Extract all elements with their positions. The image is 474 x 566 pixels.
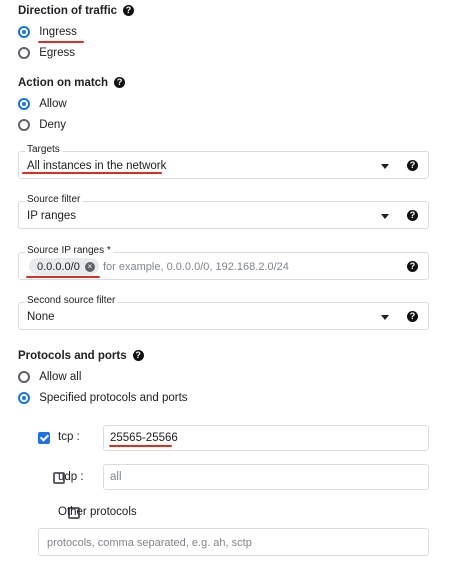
udp-label: udp : [58, 471, 84, 483]
tcp-checkbox[interactable] [38, 432, 50, 444]
second-source-filter-select[interactable]: Second source filter None ? [18, 295, 429, 330]
radio-unselected-icon[interactable] [18, 371, 30, 383]
radio-allow[interactable]: Allow [18, 98, 67, 110]
radio-specified[interactable]: Specified protocols and ports [18, 392, 188, 404]
radio-allow-all[interactable]: Allow all [18, 371, 81, 383]
udp-ports-input[interactable]: all [103, 464, 429, 490]
ip-range-chip[interactable]: 0.0.0.0/0 × [29, 258, 99, 275]
help-icon[interactable]: ? [407, 261, 418, 272]
radio-specified-label: Specified protocols and ports [39, 392, 188, 405]
radio-selected-icon[interactable] [18, 26, 30, 38]
tcp-label: tcp : [58, 431, 80, 443]
help-icon[interactable]: ? [407, 210, 418, 221]
source-filter-value: IP ranges [27, 210, 77, 222]
tcp-ports-input[interactable]: 25565-25566 [103, 425, 429, 451]
radio-selected-icon[interactable] [18, 98, 30, 110]
help-icon[interactable]: ? [114, 77, 126, 89]
radio-ingress-label: Ingress [39, 26, 77, 39]
radio-deny[interactable]: Deny [18, 119, 66, 131]
help-icon[interactable]: ? [407, 311, 418, 322]
radio-allow-label: Allow [39, 98, 67, 111]
other-protocols-label: Other protocols [58, 506, 137, 518]
source-ip-ranges-label: Source IP ranges * [25, 245, 113, 256]
annotation-underline [26, 276, 100, 278]
dropdown-caret-icon[interactable] [381, 214, 389, 219]
dropdown-caret-icon[interactable] [381, 164, 389, 169]
second-source-filter-label: Second source filter [25, 295, 118, 306]
direction-heading: Direction of traffic? [18, 5, 135, 17]
targets-value: All instances in the network [27, 160, 167, 172]
targets-label: Targets [25, 144, 62, 155]
action-heading-text: Action on match [18, 77, 109, 89]
targets-select[interactable]: Targets All instances in the network ? [18, 144, 429, 179]
annotation-underline [38, 41, 84, 43]
tcp-ports-value: 25565-25566 [110, 432, 178, 444]
source-filter-label: Source filter [25, 194, 83, 205]
other-protocols-input[interactable]: protocols, comma separated, e.g. ah, sct… [38, 528, 429, 556]
other-protocols-placeholder: protocols, comma separated, e.g. ah, sct… [47, 537, 252, 549]
dropdown-caret-icon[interactable] [381, 315, 389, 320]
protocols-heading-text: Protocols and ports [18, 350, 127, 362]
help-icon[interactable]: ? [132, 350, 144, 362]
radio-allow-all-label: Allow all [39, 371, 82, 384]
second-source-filter-value: None [27, 311, 55, 323]
source-filter-select[interactable]: Source filter IP ranges ? [18, 194, 429, 229]
source-ip-ranges-placeholder: for example, 0.0.0.0/0, 192.168.2.0/24 [103, 261, 289, 273]
radio-egress[interactable]: Egress [18, 47, 75, 59]
annotation-underline [22, 172, 162, 174]
direction-heading-text: Direction of traffic [18, 5, 118, 17]
protocols-heading: Protocols and ports? [18, 350, 144, 362]
radio-unselected-icon[interactable] [18, 119, 30, 131]
chip-remove-icon[interactable]: × [84, 261, 95, 272]
radio-egress-label: Egress [39, 47, 75, 60]
ip-range-chip-text: 0.0.0.0/0 [37, 260, 80, 273]
udp-ports-placeholder: all [110, 471, 122, 483]
radio-selected-icon[interactable] [18, 392, 30, 404]
radio-ingress[interactable]: Ingress [18, 26, 77, 38]
help-icon[interactable]: ? [407, 160, 418, 171]
help-icon[interactable]: ? [123, 5, 135, 17]
action-heading: Action on match? [18, 77, 126, 89]
radio-unselected-icon[interactable] [18, 47, 30, 59]
annotation-underline [109, 445, 172, 447]
radio-deny-label: Deny [39, 119, 67, 132]
